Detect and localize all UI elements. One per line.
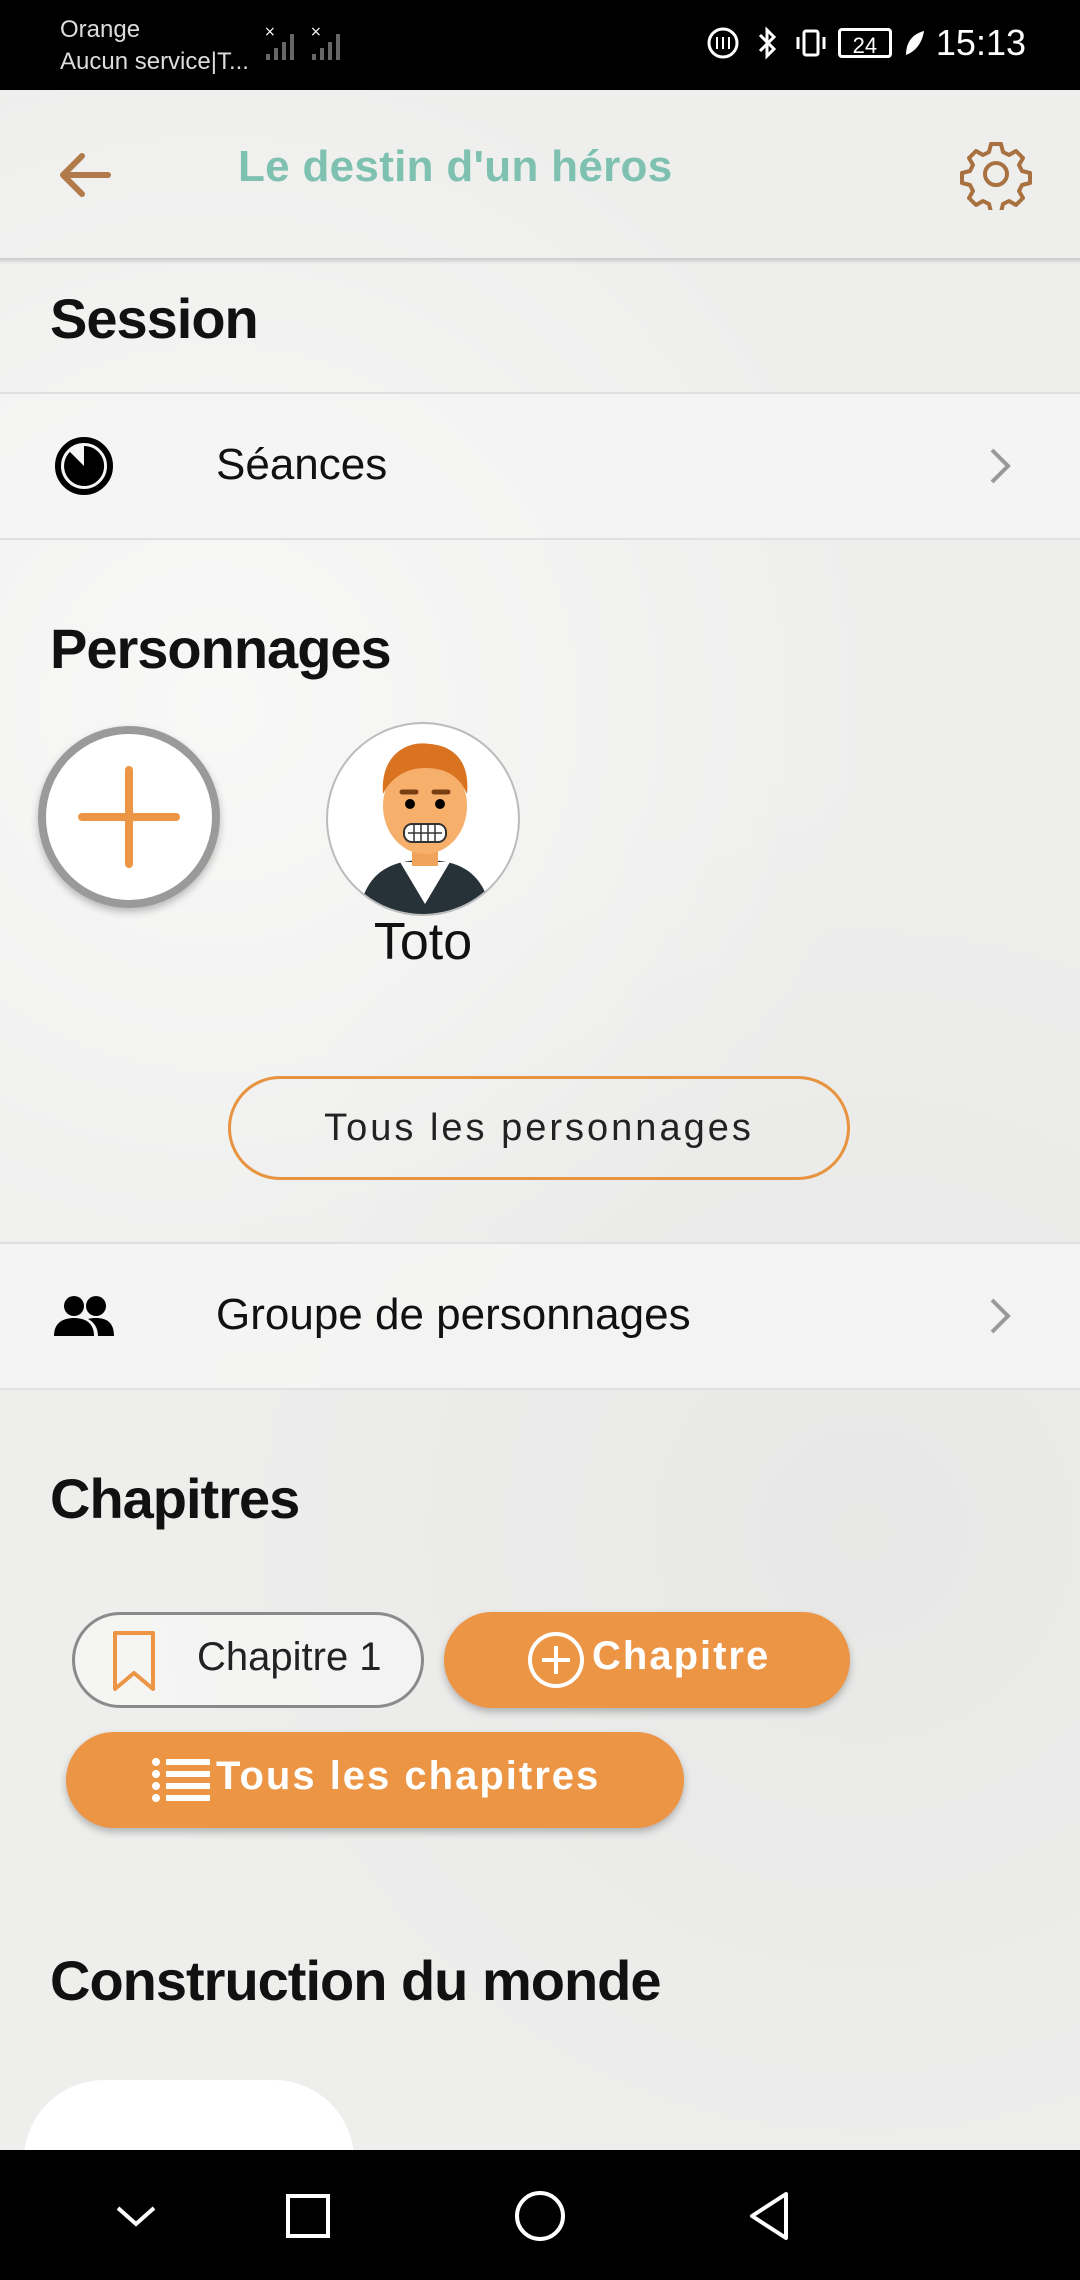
seances-row[interactable]: Séances: [0, 392, 1080, 540]
app-bar-divider: [0, 258, 1080, 264]
chapter-chip-label: Chapitre 1: [197, 1635, 382, 1679]
recent-apps-icon[interactable]: [280, 2188, 336, 2244]
section-title-chapitres: Chapitres: [50, 1467, 300, 1530]
timer-icon: [55, 437, 113, 495]
plus-icon: [78, 766, 180, 868]
svg-text:×: ×: [310, 24, 322, 40]
all-characters-button[interactable]: Tous les personnages: [228, 1076, 850, 1180]
chevron-right-icon: [990, 1298, 1011, 1334]
character-name: Toto: [373, 913, 473, 971]
carrier-name: Orange: [60, 16, 141, 43]
back-arrow-icon[interactable]: [52, 140, 122, 210]
character-group-row[interactable]: Groupe de personnages: [0, 1242, 1080, 1390]
seances-label: Séances: [216, 440, 388, 489]
system-nav-bar: [0, 2150, 1080, 2280]
signal-icon-2: ×: [310, 24, 340, 60]
signal-icon: ×: [264, 24, 294, 60]
nfc-icon: [707, 27, 739, 59]
svg-text:×: ×: [264, 24, 276, 40]
settings-gear-icon[interactable]: [960, 138, 1032, 210]
service-status: Aucun service|T...: [60, 48, 249, 75]
leaf-icon: [905, 31, 924, 55]
page-title: Le destin d'un héros: [238, 142, 673, 191]
chevron-down-icon[interactable]: [108, 2188, 164, 2244]
add-circle-icon: [528, 1632, 584, 1688]
section-title-session: Session: [50, 287, 259, 350]
chapter-chip[interactable]: Chapitre 1: [72, 1612, 424, 1708]
character-avatar[interactable]: [326, 722, 520, 916]
list-icon: [152, 1758, 210, 1802]
add-character-button[interactable]: [38, 726, 220, 908]
people-group-icon: [54, 1296, 114, 1336]
battery-icon: 24: [837, 28, 892, 58]
back-triangle-icon[interactable]: [742, 2188, 798, 2244]
add-chapter-button[interactable]: Chapitre: [444, 1612, 850, 1708]
all-chapters-button[interactable]: Tous les chapitres: [66, 1732, 684, 1828]
all-chapters-label: Tous les chapitres: [216, 1754, 601, 1798]
add-chapter-label: Chapitre: [592, 1634, 771, 1678]
section-title-world: Construction du monde: [50, 1949, 662, 2012]
bluetooth-icon: [758, 26, 777, 60]
status-bar: Orange Aucun service|T... × × 24 15:13: [0, 0, 1080, 90]
chevron-right-icon: [990, 448, 1011, 484]
clock: 15:13: [935, 22, 1026, 63]
vibrate-icon: [796, 29, 826, 57]
character-group-label: Groupe de personnages: [216, 1290, 691, 1339]
bookmark-icon: [113, 1631, 155, 1691]
character-portrait-icon: [358, 743, 492, 914]
section-title-personnages: Personnages: [50, 617, 392, 680]
home-icon[interactable]: [512, 2188, 568, 2244]
